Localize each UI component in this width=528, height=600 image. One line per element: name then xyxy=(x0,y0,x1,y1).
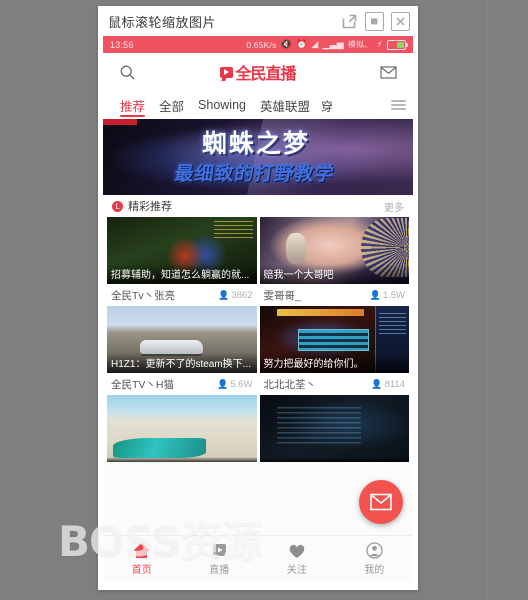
banner-subtitle: 最细致的打野教学 xyxy=(173,163,337,185)
stream-card[interactable]: 赔我一个大哥吧 雯哥哥_ 👤 1.5W xyxy=(259,217,410,306)
section-badge-icon: L xyxy=(112,200,123,212)
nav-label: 关注 xyxy=(286,564,307,576)
tab-recommend[interactable]: 推荐 xyxy=(113,91,152,119)
stream-card-grid: 招募辅助，知道怎么躺赢的就... 全民Tv丶张亮 👤 3862 赔我一个大哥吧 … xyxy=(103,217,413,462)
section-title: 精彩推荐 xyxy=(128,201,172,213)
tab-lol[interactable]: 英雄联盟 xyxy=(253,91,317,119)
thumbnail-mic-art xyxy=(286,233,306,264)
stream-title xyxy=(259,457,409,462)
restore-icon[interactable] xyxy=(365,11,384,31)
window-title: 鼠标滚轮缩放图片 xyxy=(108,14,217,30)
stream-thumbnail: H1Z1：更新不了的steam换下... xyxy=(107,306,257,373)
bottom-navigation: 首页 直播 关注 我的 xyxy=(103,535,413,582)
category-tabs: 推荐 全部 Showing 英雄联盟 穿 xyxy=(103,91,413,119)
app-logo: 全民直播 xyxy=(220,60,297,84)
floating-message-button[interactable] xyxy=(359,480,403,524)
nav-label: 首页 xyxy=(131,565,152,576)
alarm-icon: ⏰ xyxy=(295,39,308,49)
heart-icon xyxy=(289,544,305,558)
status-network-speed: 0.65K/s xyxy=(246,39,277,50)
app-header: 全民直播 xyxy=(103,53,413,91)
stream-card[interactable]: H1Z1：更新不了的steam换下... 全民TV丶H猫 👤 5.6W xyxy=(107,306,257,395)
screenshot-root: 鼠标滚轮缩放图片 13:56 0.65K/s 🔇 ⏰ ◢ ▁▃▅ 模拟、 ⚡ 全… xyxy=(0,0,528,600)
stream-card[interactable]: 努力把最好的给你们。 北北北荃丶 👤 8114 xyxy=(259,306,410,395)
stream-card[interactable] xyxy=(107,395,257,462)
nav-item-follow[interactable]: 关注 xyxy=(258,536,336,582)
viewer-count: 👤 8114 xyxy=(371,379,405,390)
stream-card[interactable] xyxy=(259,395,409,462)
tab-all[interactable]: 全部 xyxy=(152,91,191,119)
stream-meta: 雯哥哥_ 👤 1.5W xyxy=(260,284,410,306)
stream-thumbnail: 赔我一个大哥吧 xyxy=(259,217,409,284)
status-right-group: 0.65K/s 🔇 ⏰ ◢ ▁▃▅ 模拟、 ⚡ xyxy=(246,39,408,50)
popout-icon[interactable] xyxy=(341,12,358,30)
tab-showing[interactable]: Showing xyxy=(191,91,253,119)
section-more-link[interactable]: 更多 xyxy=(384,199,404,214)
streamer-name: 雯哥哥_ xyxy=(263,289,301,302)
nav-label: 直播 xyxy=(209,565,230,576)
image-viewer-window: 鼠标滚轮缩放图片 13:56 0.65K/s 🔇 ⏰ ◢ ▁▃▅ 模拟、 ⚡ 全… xyxy=(98,6,418,590)
streamer-name: 北北北荃丶 xyxy=(263,378,317,391)
tab-menu-button[interactable] xyxy=(383,91,413,119)
nav-item-home[interactable]: 首页 xyxy=(103,536,181,582)
stream-thumbnail: 努力把最好的给你们。 xyxy=(259,306,409,373)
stream-title: 招募辅助，知道怎么躺赢的就... xyxy=(107,264,257,284)
play-badge-icon xyxy=(220,66,234,78)
viewer-count-value: 3862 xyxy=(231,289,253,301)
promo-banner[interactable]: 蜘蛛之梦 最细致的打野教学 xyxy=(103,119,413,195)
viewer-count: 👤 5.6W xyxy=(217,379,252,390)
streamer-name: 全民TV丶H猫 xyxy=(111,378,174,391)
person-icon: 👤 xyxy=(369,289,381,300)
charging-icon: ⚡ xyxy=(376,39,383,49)
wifi-icon: ◢ xyxy=(311,39,319,49)
mail-icon[interactable] xyxy=(378,61,400,83)
tab-partial[interactable]: 穿 xyxy=(317,91,332,119)
stream-meta: 全民TV丶H猫 👤 5.6W xyxy=(107,373,257,395)
stream-meta: 全民Tv丶张亮 👤 3862 xyxy=(107,284,257,306)
mute-icon: 🔇 xyxy=(280,39,292,49)
viewer-count-value: 1.5W xyxy=(382,289,405,301)
viewer-count: 👤 1.5W xyxy=(370,290,405,301)
stream-meta: 北北北荃丶 👤 8114 xyxy=(260,373,410,395)
background-seam xyxy=(487,0,488,600)
search-icon[interactable] xyxy=(116,61,138,83)
section-header: L 精彩推荐 更多 xyxy=(103,195,413,217)
status-carrier: 模拟、 xyxy=(347,40,373,49)
thumbnail-hud-overlay xyxy=(213,221,253,239)
status-time: 13:56 xyxy=(110,39,134,50)
person-icon: 👤 xyxy=(217,378,229,389)
phone-statusbar: 13:56 0.65K/s 🔇 ⏰ ◢ ▁▃▅ 模拟、 ⚡ xyxy=(103,36,413,53)
stream-title: 赔我一个大哥吧 xyxy=(259,264,409,284)
window-titlebar: 鼠标滚轮缩放图片 xyxy=(98,6,418,36)
viewer-count-value: 5.6W xyxy=(230,378,253,390)
viewer-count: 👤 3862 xyxy=(218,290,252,301)
hamburger-menu-icon xyxy=(390,97,406,112)
person-icon xyxy=(366,542,383,559)
person-icon: 👤 xyxy=(371,378,383,389)
nav-item-mine[interactable]: 我的 xyxy=(336,536,414,582)
stream-thumbnail xyxy=(259,395,409,462)
stream-thumbnail xyxy=(107,395,257,462)
banner-title: 蜘蛛之梦 xyxy=(201,129,310,158)
signal-icon: ▁▃▅ xyxy=(322,39,344,49)
app-logo-text: 全民直播 xyxy=(235,64,296,83)
close-icon[interactable] xyxy=(391,11,410,31)
phone-screenshot: 13:56 0.65K/s 🔇 ⏰ ◢ ▁▃▅ 模拟、 ⚡ 全民直播 推荐 全部… xyxy=(103,36,413,582)
person-icon: 👤 xyxy=(218,289,230,300)
stream-title xyxy=(107,457,257,462)
battery-icon xyxy=(387,39,408,50)
live-play-icon xyxy=(212,544,226,559)
stream-title: 努力把最好的给你们。 xyxy=(259,353,409,373)
stream-card[interactable]: 招募辅助，知道怎么躺赢的就... 全民Tv丶张亮 👤 3862 xyxy=(107,217,257,306)
nav-label: 我的 xyxy=(364,565,385,576)
stream-title: H1Z1：更新不了的steam换下... xyxy=(107,353,257,373)
nav-item-live[interactable]: 直播 xyxy=(181,536,259,582)
streamer-name: 全民Tv丶张亮 xyxy=(111,289,176,302)
thumbnail-banner-art xyxy=(277,309,365,316)
stream-thumbnail: 招募辅助，知道怎么躺赢的就... xyxy=(107,217,257,284)
home-icon xyxy=(133,543,151,558)
mail-icon xyxy=(370,493,392,511)
viewer-count-value: 8114 xyxy=(384,378,405,390)
window-controls xyxy=(341,11,412,31)
